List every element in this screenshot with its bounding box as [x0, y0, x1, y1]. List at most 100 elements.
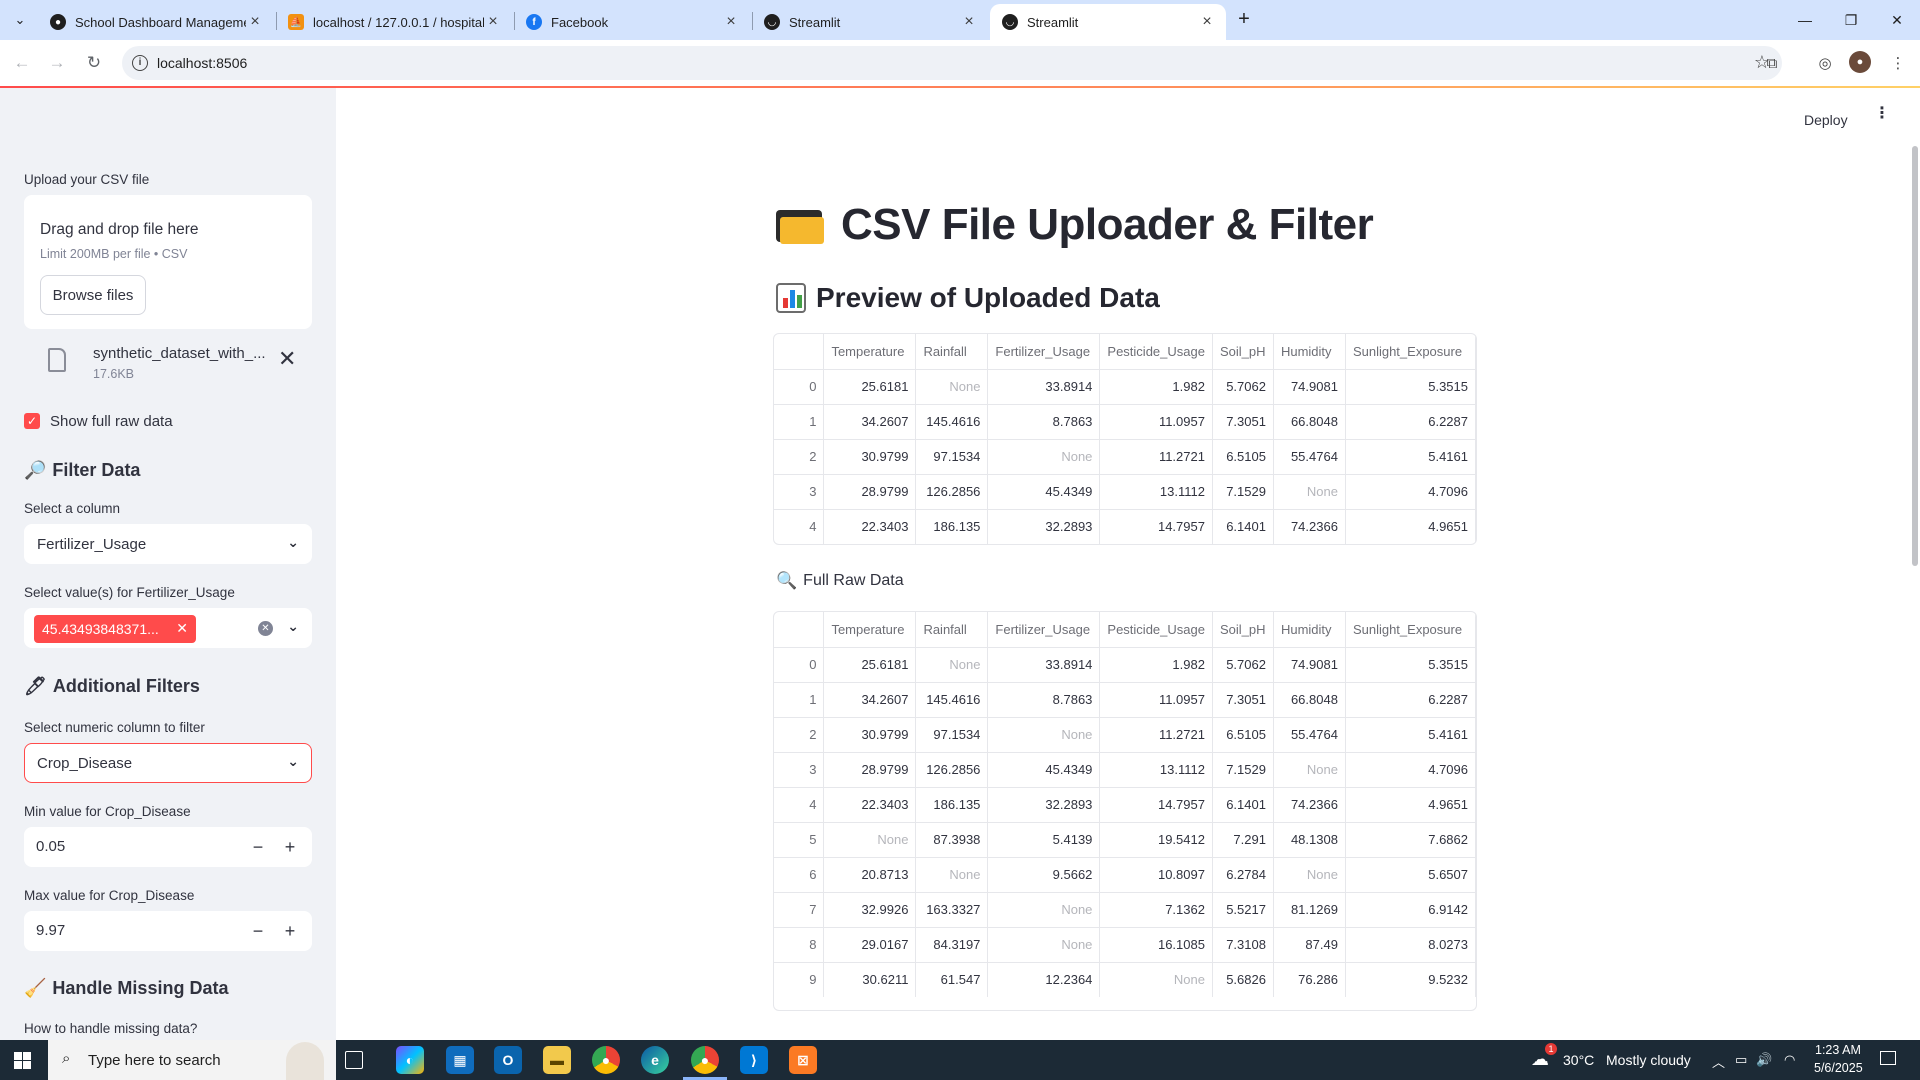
row-index[interactable]: 0 — [774, 369, 825, 405]
chrome-active-icon[interactable]: ● — [691, 1046, 719, 1074]
table-cell[interactable]: 55.4764 — [1273, 439, 1346, 475]
table-cell[interactable]: 19.5412 — [1099, 822, 1213, 858]
extensions-icon[interactable]: ⧉ — [1760, 51, 1784, 75]
forward-button[interactable]: → — [43, 49, 71, 77]
chrome-app-icon[interactable]: ● — [592, 1046, 620, 1074]
tab-streamlit-active[interactable]: ◡ Streamlit × — [990, 4, 1226, 40]
file-explorer-icon[interactable]: ▬ — [543, 1046, 571, 1074]
table-cell[interactable]: 5.6826 — [1212, 962, 1274, 997]
table-cell[interactable]: 7.291 — [1212, 822, 1274, 858]
tab-streamlit-1[interactable]: ◡ Streamlit × — [752, 4, 988, 40]
table-cell[interactable]: 186.135 — [915, 509, 989, 544]
close-tab-icon[interactable]: × — [246, 13, 264, 31]
table-cell[interactable]: 7.6862 — [1345, 822, 1476, 858]
table-cell[interactable]: None — [987, 892, 1101, 928]
table-cell[interactable]: 4.9651 — [1345, 509, 1476, 544]
close-tab-icon[interactable]: × — [1198, 13, 1216, 31]
table-cell[interactable]: 13.1112 — [1099, 752, 1213, 788]
tab-facebook[interactable]: f Facebook × — [514, 4, 750, 40]
table-cell[interactable]: 9.5232 — [1345, 962, 1476, 997]
table-cell[interactable]: 6.2287 — [1345, 682, 1476, 718]
table-cell[interactable]: 74.9081 — [1273, 647, 1346, 683]
table-cell[interactable]: 9.5662 — [987, 857, 1101, 893]
remove-chip-icon[interactable]: ✕ — [176, 620, 188, 637]
new-tab-button[interactable]: + — [1232, 8, 1256, 32]
table-cell[interactable]: 11.0957 — [1099, 404, 1213, 440]
show-raw-checkbox[interactable]: ✓ — [24, 413, 40, 429]
volume-icon[interactable]: 🔊 — [1756, 1052, 1772, 1068]
table-cell[interactable]: 87.49 — [1273, 927, 1346, 963]
windows-start-icon[interactable] — [14, 1052, 31, 1069]
task-view-icon[interactable] — [345, 1051, 363, 1069]
close-window-button[interactable]: ✕ — [1874, 0, 1920, 40]
clock-time[interactable]: 1:23 AM — [1815, 1043, 1861, 1057]
table-cell[interactable]: None — [1273, 857, 1346, 893]
xampp-app-icon[interactable]: ⊠ — [789, 1046, 817, 1074]
table-cell[interactable]: 11.0957 — [1099, 682, 1213, 718]
column-header[interactable]: Temperature — [823, 334, 917, 370]
table-cell[interactable]: 74.9081 — [1273, 369, 1346, 405]
table-cell[interactable]: 32.2893 — [987, 787, 1101, 823]
table-cell[interactable]: 66.8048 — [1273, 682, 1346, 718]
table-cell[interactable]: 30.9799 — [823, 717, 917, 753]
table-cell[interactable]: 126.2856 — [915, 752, 989, 788]
column-header[interactable] — [774, 612, 825, 648]
table-cell[interactable]: 145.4616 — [915, 682, 989, 718]
show-hidden-icons[interactable]: ︿ — [1712, 1052, 1725, 1071]
column-header[interactable]: Fertilizer_Usage — [987, 612, 1101, 648]
table-cell[interactable]: None — [915, 647, 989, 683]
notifications-icon[interactable] — [1880, 1051, 1896, 1065]
table-cell[interactable]: 81.1269 — [1273, 892, 1346, 928]
table-cell[interactable]: None — [1099, 962, 1213, 997]
table-cell[interactable]: 76.286 — [1273, 962, 1346, 997]
table-cell[interactable]: 66.8048 — [1273, 404, 1346, 440]
table-cell[interactable]: 6.2287 — [1345, 404, 1476, 440]
column-header[interactable]: Soil_pH — [1212, 612, 1274, 648]
clock-date[interactable]: 5/6/2025 — [1814, 1061, 1863, 1075]
row-index[interactable]: 1 — [774, 682, 825, 718]
table-cell[interactable]: 7.1529 — [1212, 474, 1274, 510]
table-cell[interactable]: 7.1362 — [1099, 892, 1213, 928]
profile-avatar-icon[interactable]: ● — [1849, 51, 1871, 73]
row-index[interactable]: 1 — [774, 404, 825, 440]
table-cell[interactable]: 5.7062 — [1212, 369, 1274, 405]
table-cell[interactable]: 6.9142 — [1345, 892, 1476, 928]
row-index[interactable]: 5 — [774, 822, 825, 858]
column-header[interactable]: Sunlight_Exposure — [1345, 334, 1476, 370]
close-tab-icon[interactable]: × — [960, 13, 978, 31]
row-index[interactable]: 0 — [774, 647, 825, 683]
browse-files-button[interactable]: Browse files — [40, 275, 146, 315]
table-cell[interactable]: 6.1401 — [1212, 787, 1274, 823]
column-header[interactable]: Fertilizer_Usage — [987, 334, 1101, 370]
file-dropzone[interactable]: Drag and drop file here Limit 200MB per … — [24, 195, 312, 329]
row-index[interactable]: 3 — [774, 752, 825, 788]
table-cell[interactable]: None — [1273, 752, 1346, 788]
copilot-icon[interactable]: ◎ — [1813, 51, 1837, 75]
table-cell[interactable]: 8.0273 — [1345, 927, 1476, 963]
restore-button[interactable]: ❐ — [1828, 0, 1874, 40]
row-index[interactable]: 9 — [774, 962, 825, 997]
decrement-button[interactable]: − — [244, 917, 272, 945]
table-cell[interactable]: 34.2607 — [823, 682, 917, 718]
table-cell[interactable]: 7.1529 — [1212, 752, 1274, 788]
table-cell[interactable]: None — [987, 717, 1101, 753]
table-cell[interactable]: 11.2721 — [1099, 717, 1213, 753]
selected-value-chip[interactable]: 45.43493848371... ✕ — [34, 615, 196, 643]
table-cell[interactable]: 7.3051 — [1212, 404, 1274, 440]
table-cell[interactable]: None — [915, 369, 989, 405]
show-raw-checkbox-row[interactable]: ✓ Show full raw data — [24, 410, 173, 432]
store-app-icon[interactable]: ▦ — [446, 1046, 474, 1074]
table-cell[interactable]: 25.6181 — [823, 369, 917, 405]
column-header[interactable]: Sunlight_Exposure — [1345, 612, 1476, 648]
table-cell[interactable]: 33.8914 — [987, 369, 1101, 405]
table-cell[interactable]: 6.1401 — [1212, 509, 1274, 544]
tab-phpmyadmin[interactable]: ⛵ localhost / 127.0.0.1 / hospital / × — [276, 4, 512, 40]
table-cell[interactable]: 45.4349 — [987, 752, 1101, 788]
table-cell[interactable]: 61.547 — [915, 962, 989, 997]
table-cell[interactable]: 163.3327 — [915, 892, 989, 928]
column-header[interactable]: Soil_pH — [1212, 334, 1274, 370]
clear-all-icon[interactable]: ✕ — [258, 621, 273, 636]
decrement-button[interactable]: − — [244, 833, 272, 861]
preview-dataframe[interactable]: Temperature Rainfall Fertilizer_Usage Pesti… — [773, 333, 1477, 545]
table-cell[interactable]: 29.0167 — [823, 927, 917, 963]
